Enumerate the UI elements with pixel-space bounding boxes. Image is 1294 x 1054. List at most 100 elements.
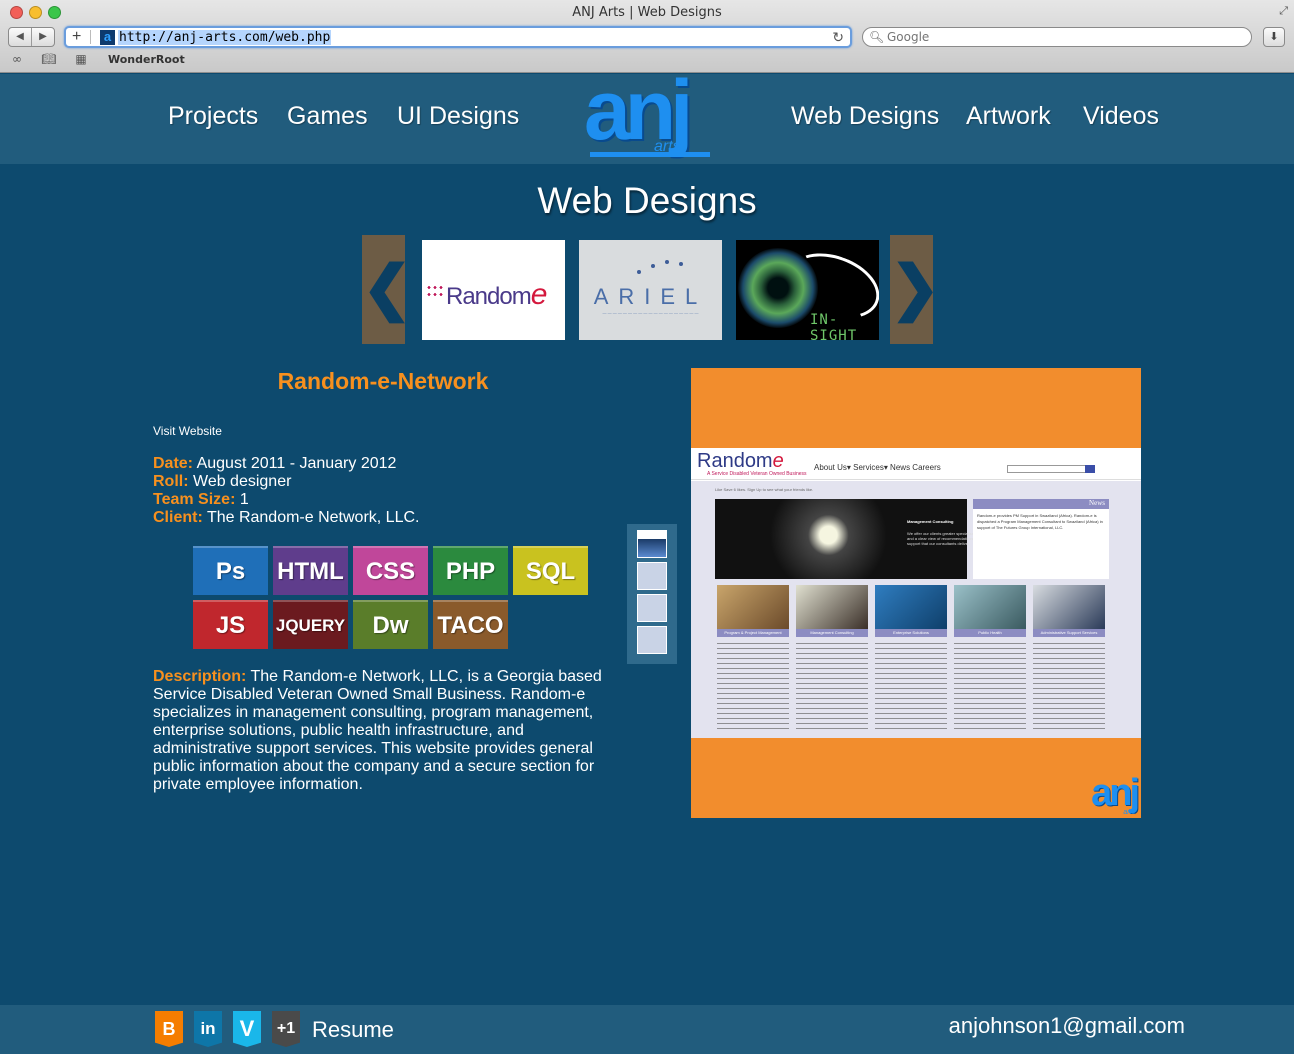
- reload-icon[interactable]: ↻: [832, 28, 844, 46]
- ss-logo: Randome: [697, 450, 784, 472]
- ss-text-column: [796, 641, 868, 733]
- url-separator: [90, 30, 91, 44]
- ss-caption: Public Health: [954, 629, 1026, 637]
- search-input[interactable]: [887, 29, 1237, 45]
- visit-website-link[interactable]: Visit Website: [153, 424, 222, 438]
- thumb-ariel-label: ARIEL: [593, 284, 708, 309]
- ss-caption: Management Consulting: [796, 629, 868, 637]
- ss-tile-image: [954, 585, 1026, 629]
- page-title: Web Designs: [537, 180, 757, 221]
- resume-link[interactable]: Resume: [312, 1017, 394, 1043]
- website-screenshot: Randome A Service Disabled Veteran Owned…: [691, 448, 1141, 738]
- ss-text-column: [875, 641, 947, 733]
- back-forward-buttons: ◀ ▶: [8, 27, 55, 47]
- ss-caption: Administrative Support Services: [1033, 629, 1105, 637]
- skill-html-badge: HTML: [273, 546, 348, 595]
- nav-games[interactable]: Games: [287, 102, 368, 131]
- ss-text-column: [1033, 641, 1105, 733]
- thumb-in-sight[interactable]: IN-SIGHT: [736, 240, 879, 340]
- skills-grid: Ps HTML CSS PHP SQL JS JQUERY Dw TACO: [193, 546, 588, 649]
- meta-roll: Roll: Web designer: [153, 473, 292, 490]
- address-bar[interactable]: + a http://anj-arts.com/web.php ↻: [64, 26, 852, 48]
- window-title: ANJ Arts | Web Designs: [572, 5, 722, 20]
- logo-subtext: arts: [654, 138, 681, 155]
- skill-jquery-badge: JQUERY: [273, 600, 348, 649]
- ss-caption: Enterprise Solutions: [875, 629, 947, 637]
- bookmarks-bar: ∞ 📖︎ ▦ WonderRoot: [8, 52, 185, 66]
- ss-news-box: News Random-e provides PM Support in Swa…: [973, 499, 1109, 579]
- thumb-insight-label: IN-SIGHT: [810, 312, 858, 340]
- ss-hero-title: Management Consulting: [907, 519, 954, 524]
- top-sites-grid-icon[interactable]: ▦: [72, 52, 90, 66]
- ss-tagline: A Service Disabled Veteran Owned Busines…: [707, 471, 807, 477]
- thumb-random-e[interactable]: Randome: [422, 240, 565, 340]
- logo-underline: [590, 152, 710, 157]
- ss-hero-image: Management Consulting We offer our clien…: [715, 499, 981, 579]
- add-bookmark-icon[interactable]: +: [72, 28, 81, 46]
- ss-tile-image: [1033, 585, 1105, 629]
- nav-videos[interactable]: Videos: [1083, 102, 1159, 131]
- preview-watermark-logo: anj: [1091, 772, 1140, 814]
- thumb-ariel-tagline: — — — — — — — — — — — — — — — — — — —: [602, 310, 699, 315]
- project-description: Description: The Random-e Network, LLC, …: [153, 668, 602, 793]
- ss-header: Randome A Service Disabled Veteran Owned…: [691, 448, 1141, 480]
- fullscreen-icon[interactable]: ⤢: [1279, 5, 1288, 18]
- ss-text-column: [954, 641, 1026, 733]
- carousel-prev-button[interactable]: ❮: [362, 235, 412, 344]
- thumb-ariel[interactable]: ARIEL — — — — — — — — — — — — — — — — — …: [579, 240, 722, 340]
- ss-tile-image: [875, 585, 947, 629]
- skill-sql-badge: SQL: [513, 546, 588, 595]
- url-text[interactable]: http://anj-arts.com/web.php: [118, 30, 332, 45]
- site-favicon-icon: a: [100, 30, 115, 45]
- blogger-icon[interactable]: B: [155, 1011, 183, 1047]
- ss-tile-captions: Program & Project Management Management …: [717, 629, 1105, 637]
- preview-watermark-sub: arts: [1123, 809, 1135, 816]
- vimeo-icon[interactable]: V: [233, 1011, 261, 1047]
- nav-projects[interactable]: Projects: [168, 102, 258, 131]
- screenshot-thumb-3[interactable]: [637, 594, 667, 622]
- ss-news-title: News: [973, 499, 1109, 509]
- nav-artwork[interactable]: Artwork: [966, 102, 1051, 131]
- skill-dw-badge: Dw: [353, 600, 428, 649]
- skill-php-badge: PHP: [433, 546, 508, 595]
- google-plus-one-icon[interactable]: +1: [272, 1011, 300, 1047]
- project-meta: Date: August 2011 - January 2012 Roll: W…: [153, 455, 419, 527]
- screenshot-thumbnails: [627, 524, 677, 664]
- ss-body: Like Save 6 likes. Sign Up to see what y…: [691, 481, 1141, 738]
- screenshot-thumb-4[interactable]: [637, 626, 667, 654]
- meta-team-size: Team Size: 1: [153, 491, 249, 508]
- ss-tile-image: [796, 585, 868, 629]
- ss-caption: Program & Project Management: [717, 629, 789, 637]
- ss-search-field: [1007, 465, 1095, 473]
- back-button[interactable]: ◀: [9, 28, 32, 46]
- search-bar[interactable]: 🔍︎: [862, 27, 1252, 47]
- forward-button[interactable]: ▶: [32, 28, 54, 46]
- screenshot-preview[interactable]: Randome A Service Disabled Veteran Owned…: [691, 368, 1141, 818]
- bookmark-wonderroot[interactable]: WonderRoot: [108, 53, 185, 66]
- bookmarks-book-icon[interactable]: 📖︎: [40, 52, 58, 66]
- project-title: Random-e-Network: [277, 368, 489, 394]
- ss-service-tiles: [717, 585, 1105, 629]
- reading-list-icon[interactable]: ∞: [8, 52, 26, 66]
- ariel-dots-icon: [637, 258, 683, 278]
- screenshot-thumb-1[interactable]: [637, 530, 667, 558]
- skill-css-badge: CSS: [353, 546, 428, 595]
- ss-text-columns: [717, 641, 1105, 733]
- thumb-random-label: Randome: [446, 278, 547, 311]
- screenshot-thumb-2[interactable]: [637, 562, 667, 590]
- ss-tile-image: [717, 585, 789, 629]
- site-header: Projects Games UI Designs anj arts Web D…: [0, 68, 1294, 164]
- random-e-dots-icon: [426, 284, 444, 298]
- downloads-icon[interactable]: ⬇: [1263, 27, 1285, 47]
- carousel-next-button[interactable]: ❯: [890, 235, 940, 344]
- email-link[interactable]: anjohnson1@gmail.com: [949, 1013, 1185, 1039]
- linkedin-icon[interactable]: in: [194, 1011, 222, 1047]
- search-icon: 🔍︎: [869, 30, 885, 44]
- ss-nav: About Us▾ Services▾ News Careers: [814, 463, 941, 472]
- ss-search-button: [1085, 465, 1095, 473]
- site-footer: B in V +1 Resume anjohnson1@gmail.com: [0, 1005, 1294, 1054]
- site-logo[interactable]: anj arts: [584, 68, 726, 164]
- skill-ps-badge: Ps: [193, 546, 268, 595]
- nav-ui-designs[interactable]: UI Designs: [397, 102, 519, 131]
- nav-web-designs[interactable]: Web Designs: [791, 102, 939, 131]
